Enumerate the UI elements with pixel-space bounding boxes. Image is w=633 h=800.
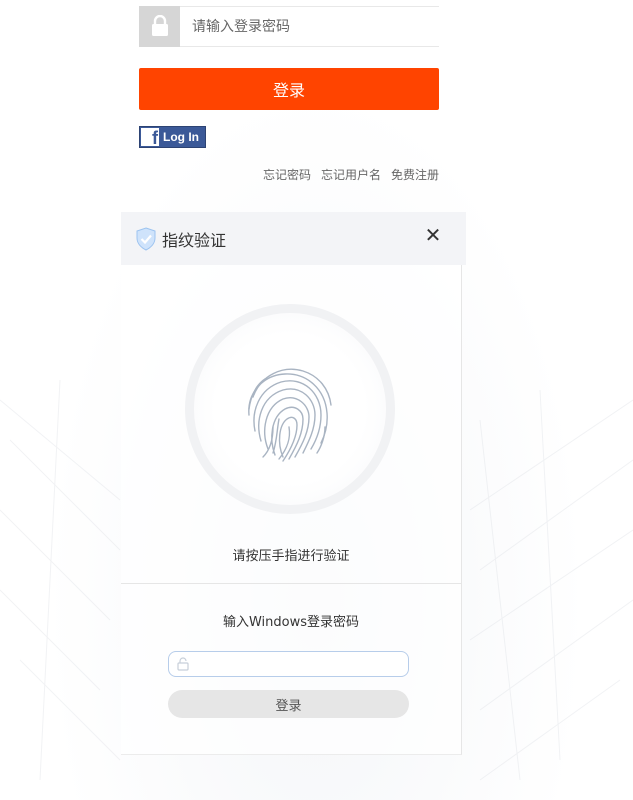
fingerprint-dialog: 指纹验证 ✕ 请按压手指进行验证 输入Windows登录密码 登录 — [121, 212, 466, 755]
forgot-username-link[interactable]: 忘记用户名 — [321, 166, 381, 183]
fingerprint-icon — [248, 368, 332, 462]
windows-password-label: 输入Windows登录密码 — [222, 615, 360, 630]
lock-icon — [139, 5, 180, 47]
fingerprint-hint: 请按压手指进行验证 — [232, 549, 350, 564]
windows-password-field[interactable] — [168, 651, 409, 677]
facebook-icon: f — [141, 128, 159, 146]
dialog-header: 指纹验证 ✕ — [121, 212, 466, 265]
page: 登录 f Log In 忘记密码 忘记用户名 免费注册 指纹验证 ✕ 请按压手指… — [0, 0, 633, 800]
facebook-login-button[interactable]: f Log In — [139, 126, 206, 148]
close-icon[interactable]: ✕ — [423, 224, 443, 246]
account-links: 忘记密码 忘记用户名 免费注册 — [263, 166, 439, 183]
free-register-link[interactable]: 免费注册 — [391, 166, 439, 183]
unlock-icon — [177, 657, 189, 671]
dialog-divider — [121, 583, 461, 584]
facebook-login-label: Log In — [163, 130, 199, 144]
dialog-title: 指纹验证 — [162, 230, 227, 250]
windows-password-input[interactable] — [195, 656, 399, 672]
forgot-password-link[interactable]: 忘记密码 — [263, 166, 311, 183]
login-button[interactable]: 登录 — [139, 68, 439, 110]
password-field-row — [139, 5, 439, 47]
shield-check-icon — [134, 226, 158, 252]
windows-login-button[interactable]: 登录 — [168, 690, 409, 718]
password-input[interactable] — [190, 17, 434, 36]
